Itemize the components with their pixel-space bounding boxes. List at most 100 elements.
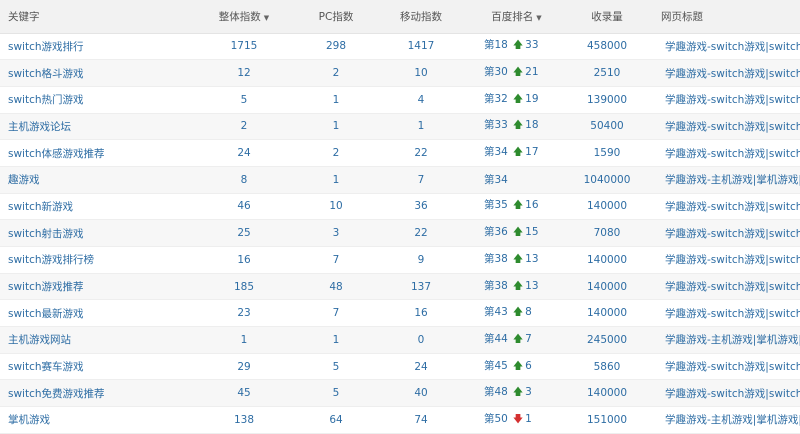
- page-title-link[interactable]: 学趣游戏-switch游戏|switch游戏推荐|switch: [665, 252, 800, 267]
- page-title-link[interactable]: 学趣游戏-主机游戏|掌机游戏|手机游戏综合社: [665, 172, 800, 187]
- overall-index-value: 24: [186, 139, 302, 167]
- page-title-link[interactable]: 学趣游戏-switch游戏|switch游戏推荐|switch: [665, 306, 800, 321]
- column-header-baidu-rank[interactable]: 百度排名 ▼: [472, 0, 561, 34]
- baidu-rank-value: 第43: [484, 306, 508, 319]
- column-header-indexed[interactable]: 收录量: [561, 0, 653, 34]
- column-header-keyword-label: 关键字: [8, 10, 40, 23]
- pc-index-value: 1: [302, 326, 370, 354]
- table-row: switch射击游戏 25 3 22 第36 🡅 15 7080 学趣游戏-switch游戏|s…: [0, 219, 800, 247]
- pc-index-value: 10: [302, 193, 370, 221]
- rank-up-arrow-icon: 🡅: [512, 147, 524, 159]
- overall-index-value: 8: [186, 166, 302, 194]
- baidu-rank-value: 第35: [484, 199, 508, 212]
- keyword-link[interactable]: switch射击游戏: [0, 219, 186, 247]
- sort-desc-icon[interactable]: ▼: [264, 14, 269, 22]
- page-title-link[interactable]: 学趣游戏-switch游戏|switch游戏推荐|switch: [665, 146, 800, 161]
- baidu-rank-cell: 第48 🡅 3: [472, 379, 561, 408]
- rank-up-arrow-icon: 🡅: [512, 40, 524, 52]
- table-row: 掌机游戏1386474第50🡇1151000学趣游戏-主机游戏|掌机游戏|手机游…: [0, 406, 800, 434]
- keyword-link[interactable]: switch免费游戏推荐: [0, 379, 186, 408]
- mobile-index-value: 74: [370, 406, 472, 434]
- sort-desc-icon[interactable]: ▼: [536, 14, 541, 22]
- pc-index-value: 1: [302, 86, 370, 114]
- keyword-link[interactable]: switch体感游戏推荐: [0, 139, 186, 167]
- keyword-link[interactable]: switch格斗游戏: [0, 59, 186, 87]
- mobile-index-value: 9: [370, 246, 472, 274]
- mobile-index-value: 0: [370, 326, 472, 354]
- mobile-index-value: 4: [370, 86, 472, 114]
- page-title-cell: 学趣游戏-主机游戏|掌机游戏|手机游戏综合社首页: [653, 166, 800, 194]
- table-header-row: 关键字 整体指数 ▼ PC指数 移动指数 百度排名 ▼ 收录量 网页标题: [0, 0, 800, 34]
- column-header-keyword: 关键字: [0, 0, 186, 34]
- rank-change-value: 13: [525, 252, 539, 265]
- page-title-cell: 学趣游戏-主机游戏|掌机游戏|手机游戏综合社首页: [653, 406, 800, 434]
- page-title-cell: 学趣游戏-switch游戏|switch游戏推荐|switch首页: [653, 246, 800, 274]
- overall-index-value: 185: [186, 273, 302, 301]
- indexed-count-value: 140000: [561, 246, 653, 274]
- table-row: switch免费游戏推荐 45 5 40 第48 🡅 3 140000 学趣游戏-switch游…: [0, 379, 800, 408]
- overall-index-value: 2: [186, 113, 302, 141]
- column-header-pc-index-label: PC指数: [318, 10, 354, 23]
- keyword-link[interactable]: 主机游戏论坛: [0, 113, 186, 141]
- indexed-count-value: 245000: [561, 326, 653, 354]
- page-title-link[interactable]: 学趣游戏-switch游戏|switch游戏推荐|switch: [665, 226, 800, 241]
- page-title-cell: 学趣游戏-switch游戏|switch游戏推荐|switch首页: [653, 113, 800, 141]
- keyword-link[interactable]: switch游戏推荐: [0, 273, 186, 301]
- page-title-cell: 学趣游戏-switch游戏|switch游戏推荐|switch首页: [653, 59, 800, 87]
- column-header-mobile-index[interactable]: 移动指数: [370, 0, 472, 34]
- keyword-link[interactable]: switch游戏排行榜: [0, 246, 186, 274]
- page-title-cell: 学趣游戏-switch游戏|switch游戏推荐|switch首页: [653, 33, 800, 61]
- page-title-link[interactable]: 学趣游戏-switch游戏|switch游戏推荐|switch: [665, 39, 800, 54]
- column-header-overall-index[interactable]: 整体指数 ▼: [186, 0, 302, 34]
- rank-change-value: 7: [525, 332, 532, 345]
- page-title-link[interactable]: 学趣游戏-主机游戏|掌机游戏|手机游戏综合社: [665, 412, 800, 427]
- keyword-link[interactable]: 趣游戏: [0, 166, 186, 194]
- page-title-cell: 学趣游戏-switch游戏|switch游戏推荐|switch首页: [653, 273, 800, 301]
- page-title-link[interactable]: 学趣游戏-switch游戏|switch游戏推荐|switch: [665, 119, 800, 134]
- baidu-rank-value: 第30: [484, 66, 508, 79]
- baidu-rank-cell: 第50 🡇 1: [472, 406, 561, 434]
- baidu-rank-value: 第33: [484, 119, 508, 132]
- rank-change-value: 6: [525, 359, 532, 372]
- indexed-count-value: 139000: [561, 86, 653, 114]
- keyword-link[interactable]: switch最新游戏: [0, 299, 186, 328]
- baidu-rank-value: 第36: [484, 226, 508, 239]
- keyword-link[interactable]: switch游戏排行: [0, 33, 186, 61]
- page-title-link[interactable]: 学趣游戏-主机游戏|掌机游戏|手机游戏综合社: [665, 332, 800, 347]
- baidu-rank-value: 第34: [484, 146, 508, 159]
- indexed-count-value: 140000: [561, 193, 653, 221]
- keyword-link[interactable]: switch热门游戏: [0, 86, 186, 114]
- keyword-link[interactable]: switch新游戏: [0, 193, 186, 221]
- page-title-link[interactable]: 学趣游戏-switch游戏|switch游戏推荐|switch: [665, 199, 800, 214]
- baidu-rank-cell: 第35 🡅 16: [472, 193, 561, 221]
- table-row: 主机游戏网站110第44🡅7245000学趣游戏-主机游戏|掌机游戏|手机游戏综…: [0, 326, 800, 354]
- page-title-link[interactable]: 学趣游戏-switch游戏|switch游戏推荐|switch: [665, 279, 800, 294]
- baidu-rank-cell: 第44 🡅 7: [472, 326, 561, 354]
- column-header-indexed-label: 收录量: [591, 10, 623, 23]
- baidu-rank-cell: 第36 🡅 15: [472, 219, 561, 247]
- keyword-link[interactable]: switch赛车游戏: [0, 353, 186, 381]
- rank-up-arrow-icon: 🡅: [512, 307, 524, 319]
- baidu-rank-value: 第45: [484, 359, 508, 372]
- rank-change-value: 18: [525, 119, 539, 132]
- page-title-link[interactable]: 学趣游戏-switch游戏|switch游戏推荐|switch: [665, 92, 800, 107]
- indexed-count-value: 5860: [561, 353, 653, 381]
- keyword-link[interactable]: 掌机游戏: [0, 406, 186, 434]
- table-row: switch格斗游戏 12 2 10 第30 🡅 21 2510 学趣游戏-switch游戏|s…: [0, 59, 800, 87]
- table-row: switch游戏排行 1715 298 1417 第18 🡅 33 458000 学趣游戏-sw…: [0, 33, 800, 61]
- page-title-link[interactable]: 学趣游戏-switch游戏|switch游戏推荐|switch: [665, 66, 800, 81]
- indexed-count-value: 1590: [561, 139, 653, 167]
- table-row: switch新游戏 46 10 36 第35 🡅 16 140000 学趣游戏-switch游戏…: [0, 193, 800, 221]
- indexed-count-value: 50400: [561, 113, 653, 141]
- baidu-rank-value: 第38: [484, 252, 508, 265]
- pc-index-value: 2: [302, 59, 370, 87]
- overall-index-value: 29: [186, 353, 302, 381]
- page-title-cell: 学趣游戏-switch游戏|switch游戏推荐|switch首页: [653, 193, 800, 221]
- rank-down-arrow-icon: 🡇: [512, 413, 524, 425]
- baidu-rank-cell: 第34: [472, 166, 561, 194]
- column-header-pc-index[interactable]: PC指数: [302, 0, 370, 34]
- page-title-link[interactable]: 学趣游戏-switch游戏|switch游戏推荐|switch: [665, 359, 800, 374]
- mobile-index-value: 24: [370, 353, 472, 381]
- keyword-link[interactable]: 主机游戏网站: [0, 326, 186, 354]
- page-title-link[interactable]: 学趣游戏-switch游戏|switch游戏推荐|switch: [665, 386, 800, 401]
